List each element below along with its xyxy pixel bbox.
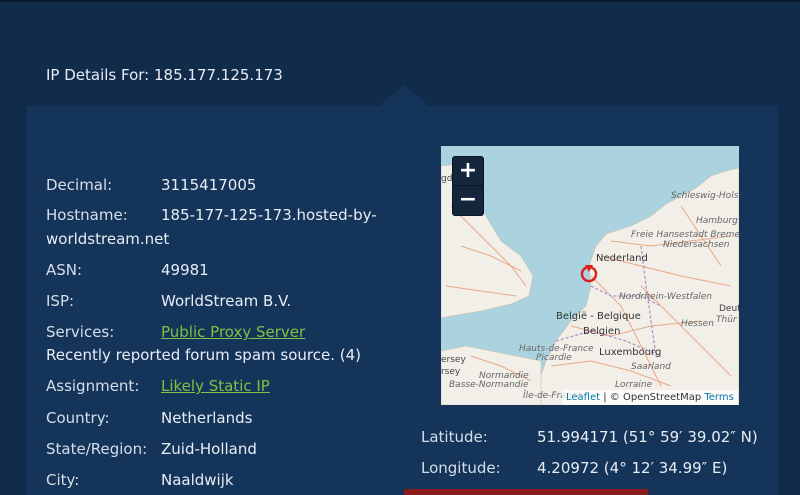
map-label-lorraine: Lorraine [615,380,653,390]
services-label: Services: [46,323,115,341]
panel-notch [380,84,428,106]
assignment-link[interactable]: Likely Static IP [161,374,270,398]
asn-value: 49981 [161,261,209,279]
city-value: Naaldwijk [161,471,234,489]
map-label-deutschl: Deutschl [719,304,739,314]
zoom-out-button[interactable]: − [453,185,483,214]
map-label-jersey-upper: ersey [441,355,466,365]
page-title: IP Details For: 185.177.125.173 [46,66,283,84]
map-label-schleswig: Schleswig-Holst [671,191,739,201]
map-zoom-control: + − [452,156,484,216]
map-label-thur: Thür [716,315,738,325]
country-label: Country: [46,409,110,427]
map-label-saarland: Saarland [631,362,671,372]
services-note: Recently reported forum spam source. (4) [46,346,361,364]
map-tiles: gd Schleswig-Holst Hamburg Freie Hansest… [441,146,739,405]
longitude-label: Longitude: [421,459,501,477]
hostname-label: Hostname: [46,206,128,224]
state-value: Zuid-Holland [161,440,257,458]
map-label-gd: gd [441,174,452,184]
hostname-value-line1: 185-177-125-173.hosted-by- [161,206,377,224]
page: IP Details For: 185.177.125.173 Decimal:… [0,0,800,495]
report-button-edge[interactable] [404,489,648,495]
longitude-value: 4.20972 (4° 12′ 34.99″ E) [537,459,728,477]
top-border [0,0,800,2]
map-label-belgien: Belgien [583,326,620,337]
map-label-nederland: Nederland [596,253,648,264]
services-link[interactable]: Public Proxy Server [161,320,305,344]
city-label: City: [46,471,80,489]
leaflet-link[interactable]: Leaflet [566,392,600,403]
decimal-label: Decimal: [46,176,113,194]
map-label-hessen: Hessen [681,319,714,329]
map-label-niedersachsen: Niedersachsen [663,240,730,250]
map-label-basse-normandie: Basse-Normandie [449,380,529,390]
map-label-luxembourg: Luxembourg [599,347,661,358]
map-label-nordrhein: Nordrhein-Westfalen [619,292,712,302]
map-label-picardie: Picardie [536,353,572,363]
country-value: Netherlands [161,409,253,427]
map-attribution: Leaflet | © OpenStreetMap Terms [562,390,738,405]
location-map[interactable]: gd Schleswig-Holst Hamburg Freie Hansest… [441,146,739,405]
latitude-value: 51.994171 (51° 59′ 39.02″ N) [537,428,758,446]
map-label-belgie: België - Belgique [556,311,641,322]
state-label: State/Region: [46,440,148,458]
hostname-value-line2: worldstream.net [46,230,170,248]
asn-label: ASN: [46,261,83,279]
map-label-jersey-lower: rsey [441,367,461,377]
attribution-text: | © OpenStreetMap [600,392,705,403]
assignment-label: Assignment: [46,377,140,395]
isp-label: ISP: [46,292,75,310]
map-label-bremen: Freie Hansestadt Breme [631,230,739,240]
decimal-value: 3115417005 [161,176,257,194]
zoom-in-button[interactable]: + [453,157,483,185]
latitude-label: Latitude: [421,428,488,446]
isp-value: WorldStream B.V. [161,292,292,310]
terms-link[interactable]: Terms [704,392,733,403]
map-label-hamburg: Hamburg [696,216,738,226]
